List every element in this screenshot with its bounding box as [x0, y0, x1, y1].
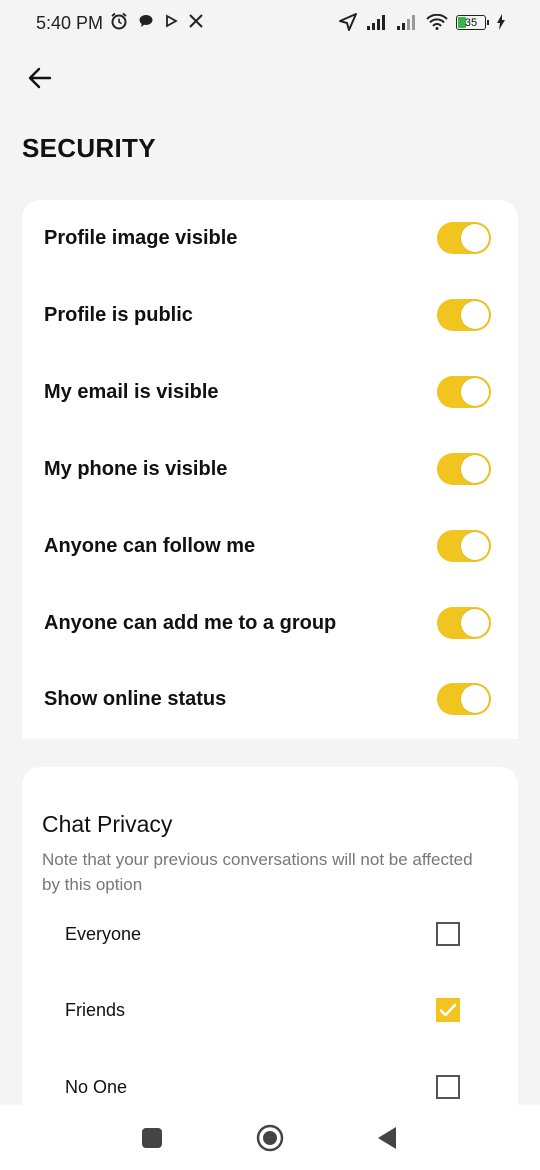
privacy-option-everyone[interactable]: Everyone	[22, 910, 518, 958]
system-back-button[interactable]	[372, 1123, 402, 1153]
wifi-icon	[426, 14, 448, 30]
privacy-option-friends[interactable]: Friends	[22, 986, 518, 1034]
status-right-icons: 35	[338, 12, 506, 32]
check-icon	[439, 1003, 457, 1017]
chat-bubble-icon	[139, 15, 153, 27]
everyone-checkbox[interactable]	[436, 922, 460, 946]
signal-icon	[397, 15, 415, 30]
profile-image-visible-toggle[interactable]	[437, 222, 491, 254]
recents-square-icon	[142, 1128, 162, 1148]
status-left-icons	[110, 12, 204, 30]
phone-visible-toggle[interactable]	[437, 453, 491, 485]
setting-row-anyone-can-follow: Anyone can follow me	[22, 516, 518, 576]
toggle-knob	[461, 455, 489, 483]
option-label: No One	[65, 1077, 128, 1097]
recents-button[interactable]	[137, 1123, 167, 1153]
chat-privacy-title: Chat Privacy	[42, 811, 173, 837]
arrow-left-icon	[28, 67, 52, 89]
privacy-option-no-one[interactable]: No One	[22, 1063, 518, 1111]
charging-icon	[497, 14, 505, 30]
setting-label: Profile image visible	[44, 227, 238, 249]
option-label: Everyone	[65, 924, 142, 944]
status-bar: 5:40 PM 35	[0, 0, 540, 48]
setting-label: Anyone can add me to a group	[44, 612, 337, 634]
setting-label: Show online status	[44, 688, 227, 710]
battery-level: 35	[464, 16, 478, 29]
setting-row-online-status: Show online status	[22, 669, 518, 729]
friends-checkbox[interactable]	[436, 998, 460, 1022]
setting-label: Profile is public	[44, 304, 193, 326]
anyone-can-follow-toggle[interactable]	[437, 530, 491, 562]
setting-label: My email is visible	[44, 381, 219, 403]
setting-row-profile-image-visible: Profile image visible	[22, 208, 518, 268]
setting-label: My phone is visible	[44, 458, 228, 480]
setting-label: Anyone can follow me	[44, 535, 256, 557]
online-status-toggle[interactable]	[437, 683, 491, 715]
option-label: Friends	[65, 1000, 126, 1020]
setting-row-email-visible: My email is visible	[22, 362, 518, 422]
security-settings-card: Profile image visible Profile is public …	[22, 200, 518, 739]
battery-icon: 35	[456, 14, 489, 30]
status-time: 5:40 PM	[36, 13, 104, 33]
toggle-knob	[461, 685, 489, 713]
toggle-knob	[461, 224, 489, 252]
setting-row-phone-visible: My phone is visible	[22, 439, 518, 499]
email-visible-toggle[interactable]	[437, 376, 491, 408]
profile-public-toggle[interactable]	[437, 299, 491, 331]
chat-privacy-note: Note that your previous conversations wi…	[42, 850, 473, 894]
home-circle-icon	[256, 1124, 284, 1152]
page-title: SECURITY	[22, 133, 156, 163]
toggle-knob	[461, 378, 489, 406]
cutlery-icon	[189, 14, 203, 28]
home-button[interactable]	[255, 1123, 285, 1153]
location-arrow-icon	[339, 13, 357, 31]
play-icon	[166, 14, 178, 28]
back-triangle-icon	[378, 1127, 396, 1149]
toggle-knob	[461, 609, 489, 637]
chat-privacy-card: Chat Privacy Note that your previous con…	[22, 767, 518, 1107]
signal-icon	[367, 15, 385, 30]
no-one-checkbox[interactable]	[436, 1075, 460, 1099]
system-nav-bar	[0, 1105, 540, 1170]
alarm-icon	[111, 12, 127, 30]
toggle-knob	[461, 532, 489, 560]
back-button[interactable]	[22, 60, 58, 96]
setting-row-add-to-group: Anyone can add me to a group	[22, 593, 518, 653]
setting-row-profile-public: Profile is public	[22, 285, 518, 345]
toggle-knob	[461, 301, 489, 329]
add-to-group-toggle[interactable]	[437, 607, 491, 639]
